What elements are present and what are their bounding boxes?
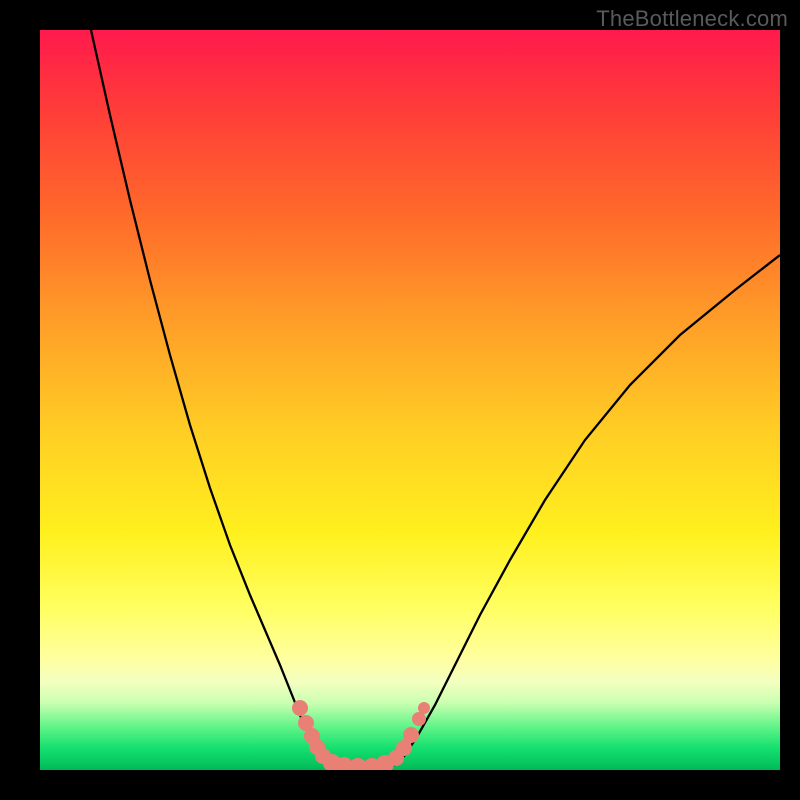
- highlight-dot: [403, 727, 419, 743]
- highlight-dot: [292, 700, 308, 716]
- curve-layer: [40, 30, 780, 770]
- highlight-dot: [418, 702, 430, 714]
- highlight-dot: [412, 712, 426, 726]
- highlight-dots: [292, 700, 430, 770]
- chart-frame: TheBottleneck.com: [0, 0, 800, 800]
- watermark-text: TheBottleneck.com: [596, 6, 788, 32]
- bottleneck-curve: [91, 30, 780, 768]
- plot-area: [40, 30, 780, 770]
- bottleneck-curve-path: [91, 30, 780, 768]
